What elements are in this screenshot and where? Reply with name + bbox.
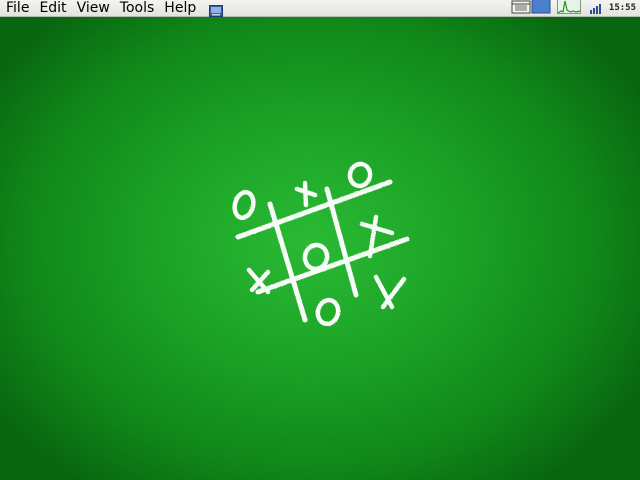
menu-view[interactable]: View (72, 0, 115, 16)
system-tray: 15:55 (511, 0, 640, 16)
cell-mark-o (347, 161, 373, 189)
menu-file[interactable]: File (0, 0, 34, 16)
cpu-monitor-icon (556, 0, 581, 18)
terminal-icon[interactable] (209, 2, 224, 17)
cell-mark-x (373, 274, 407, 310)
cell-mark-o (315, 297, 341, 327)
menu-edit[interactable]: Edit (34, 0, 71, 16)
desktop-wallpaper (0, 17, 640, 480)
grid-line (235, 179, 393, 240)
window-list-icon[interactable] (511, 0, 531, 18)
menu-bar: File Edit View Tools Help 15:55 (0, 0, 640, 17)
menu-tools[interactable]: Tools (115, 0, 160, 16)
clock[interactable]: 15:55 (609, 3, 636, 13)
grid-line (324, 186, 359, 298)
tic-tac-toe-drawing (232, 161, 410, 327)
cell-mark-x (246, 267, 271, 295)
menu-help[interactable]: Help (159, 0, 201, 16)
cell-mark-o (232, 189, 256, 221)
cell-mark-x (294, 180, 318, 208)
network-signal-icon[interactable] (589, 0, 603, 18)
workspace-switcher-icon[interactable] (531, 0, 551, 18)
